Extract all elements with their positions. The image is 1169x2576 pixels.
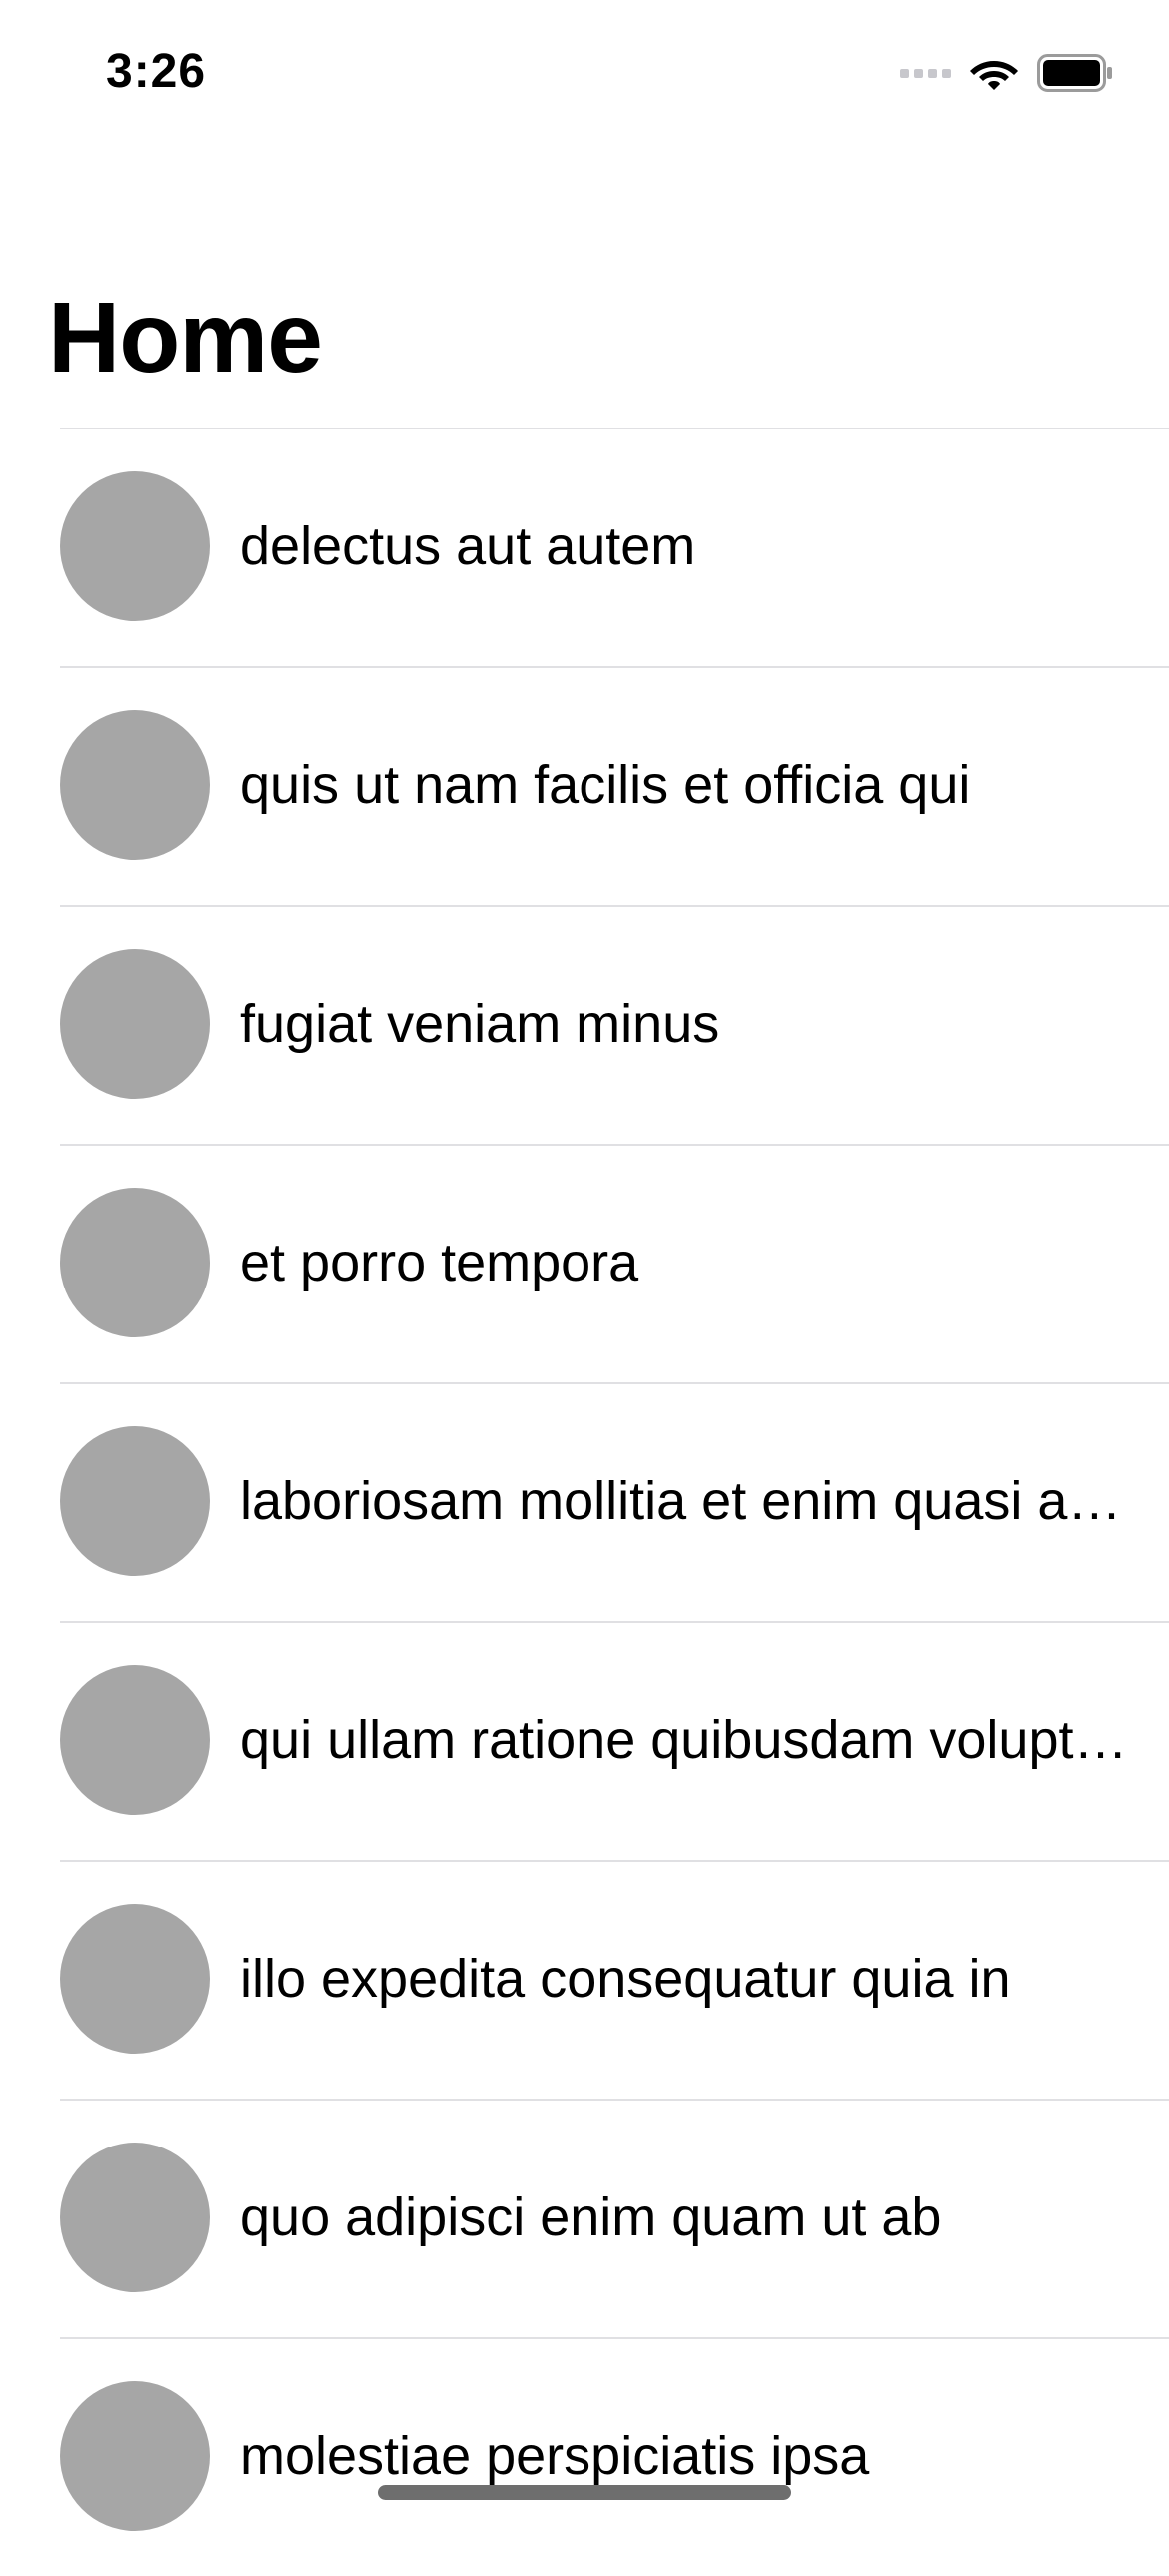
avatar bbox=[60, 2381, 210, 2531]
status-icons bbox=[900, 54, 1113, 92]
list-item[interactable]: fugiat veniam minus bbox=[0, 905, 1169, 1144]
avatar bbox=[60, 710, 210, 860]
status-bar: 3:26 bbox=[0, 0, 1169, 150]
list-item[interactable]: qui ullam ratione quibusdam voluptatem q… bbox=[0, 1621, 1169, 1860]
avatar bbox=[60, 1188, 210, 1337]
list-item-label: fugiat veniam minus bbox=[240, 994, 720, 1054]
list-item[interactable]: molestiae perspiciatis ipsa bbox=[0, 2337, 1169, 2576]
avatar bbox=[60, 471, 210, 621]
avatar bbox=[60, 949, 210, 1099]
avatar bbox=[60, 1904, 210, 2054]
page-title: Home bbox=[48, 282, 323, 394]
list-item[interactable]: illo expedita consequatur quia in bbox=[0, 1860, 1169, 2099]
list-item[interactable]: quis ut nam facilis et officia qui bbox=[0, 666, 1169, 905]
battery-icon bbox=[1037, 54, 1113, 92]
list-item[interactable]: laboriosam mollitia et enim quasi adipis… bbox=[0, 1382, 1169, 1621]
list-item-label: et porro tempora bbox=[240, 1233, 639, 1292]
list-item-label: delectus aut autem bbox=[240, 516, 696, 576]
avatar bbox=[60, 2143, 210, 2292]
wifi-icon bbox=[969, 55, 1019, 91]
cellular-signal-icon bbox=[900, 68, 951, 78]
list-item-label: quis ut nam facilis et officia qui bbox=[240, 755, 971, 815]
list-item[interactable]: et porro tempora bbox=[0, 1144, 1169, 1382]
avatar bbox=[60, 1426, 210, 1576]
list-item-label: quo adipisci enim quam ut ab bbox=[240, 2187, 942, 2247]
list-item-label: molestiae perspiciatis ipsa bbox=[240, 2426, 870, 2486]
list-item[interactable]: delectus aut autem bbox=[0, 428, 1169, 666]
home-indicator[interactable] bbox=[378, 2485, 791, 2500]
home-list: delectus aut autem quis ut nam facilis e… bbox=[0, 428, 1169, 2576]
avatar bbox=[60, 1665, 210, 1815]
list-item-label: laboriosam mollitia et enim quasi adipis… bbox=[240, 1471, 1131, 1531]
list-item-label: qui ullam ratione quibusdam voluptatem q… bbox=[240, 1710, 1131, 1770]
status-time: 3:26 bbox=[106, 45, 207, 98]
list-item-label: illo expedita consequatur quia in bbox=[240, 1949, 1011, 2009]
list-item[interactable]: quo adipisci enim quam ut ab bbox=[0, 2099, 1169, 2337]
